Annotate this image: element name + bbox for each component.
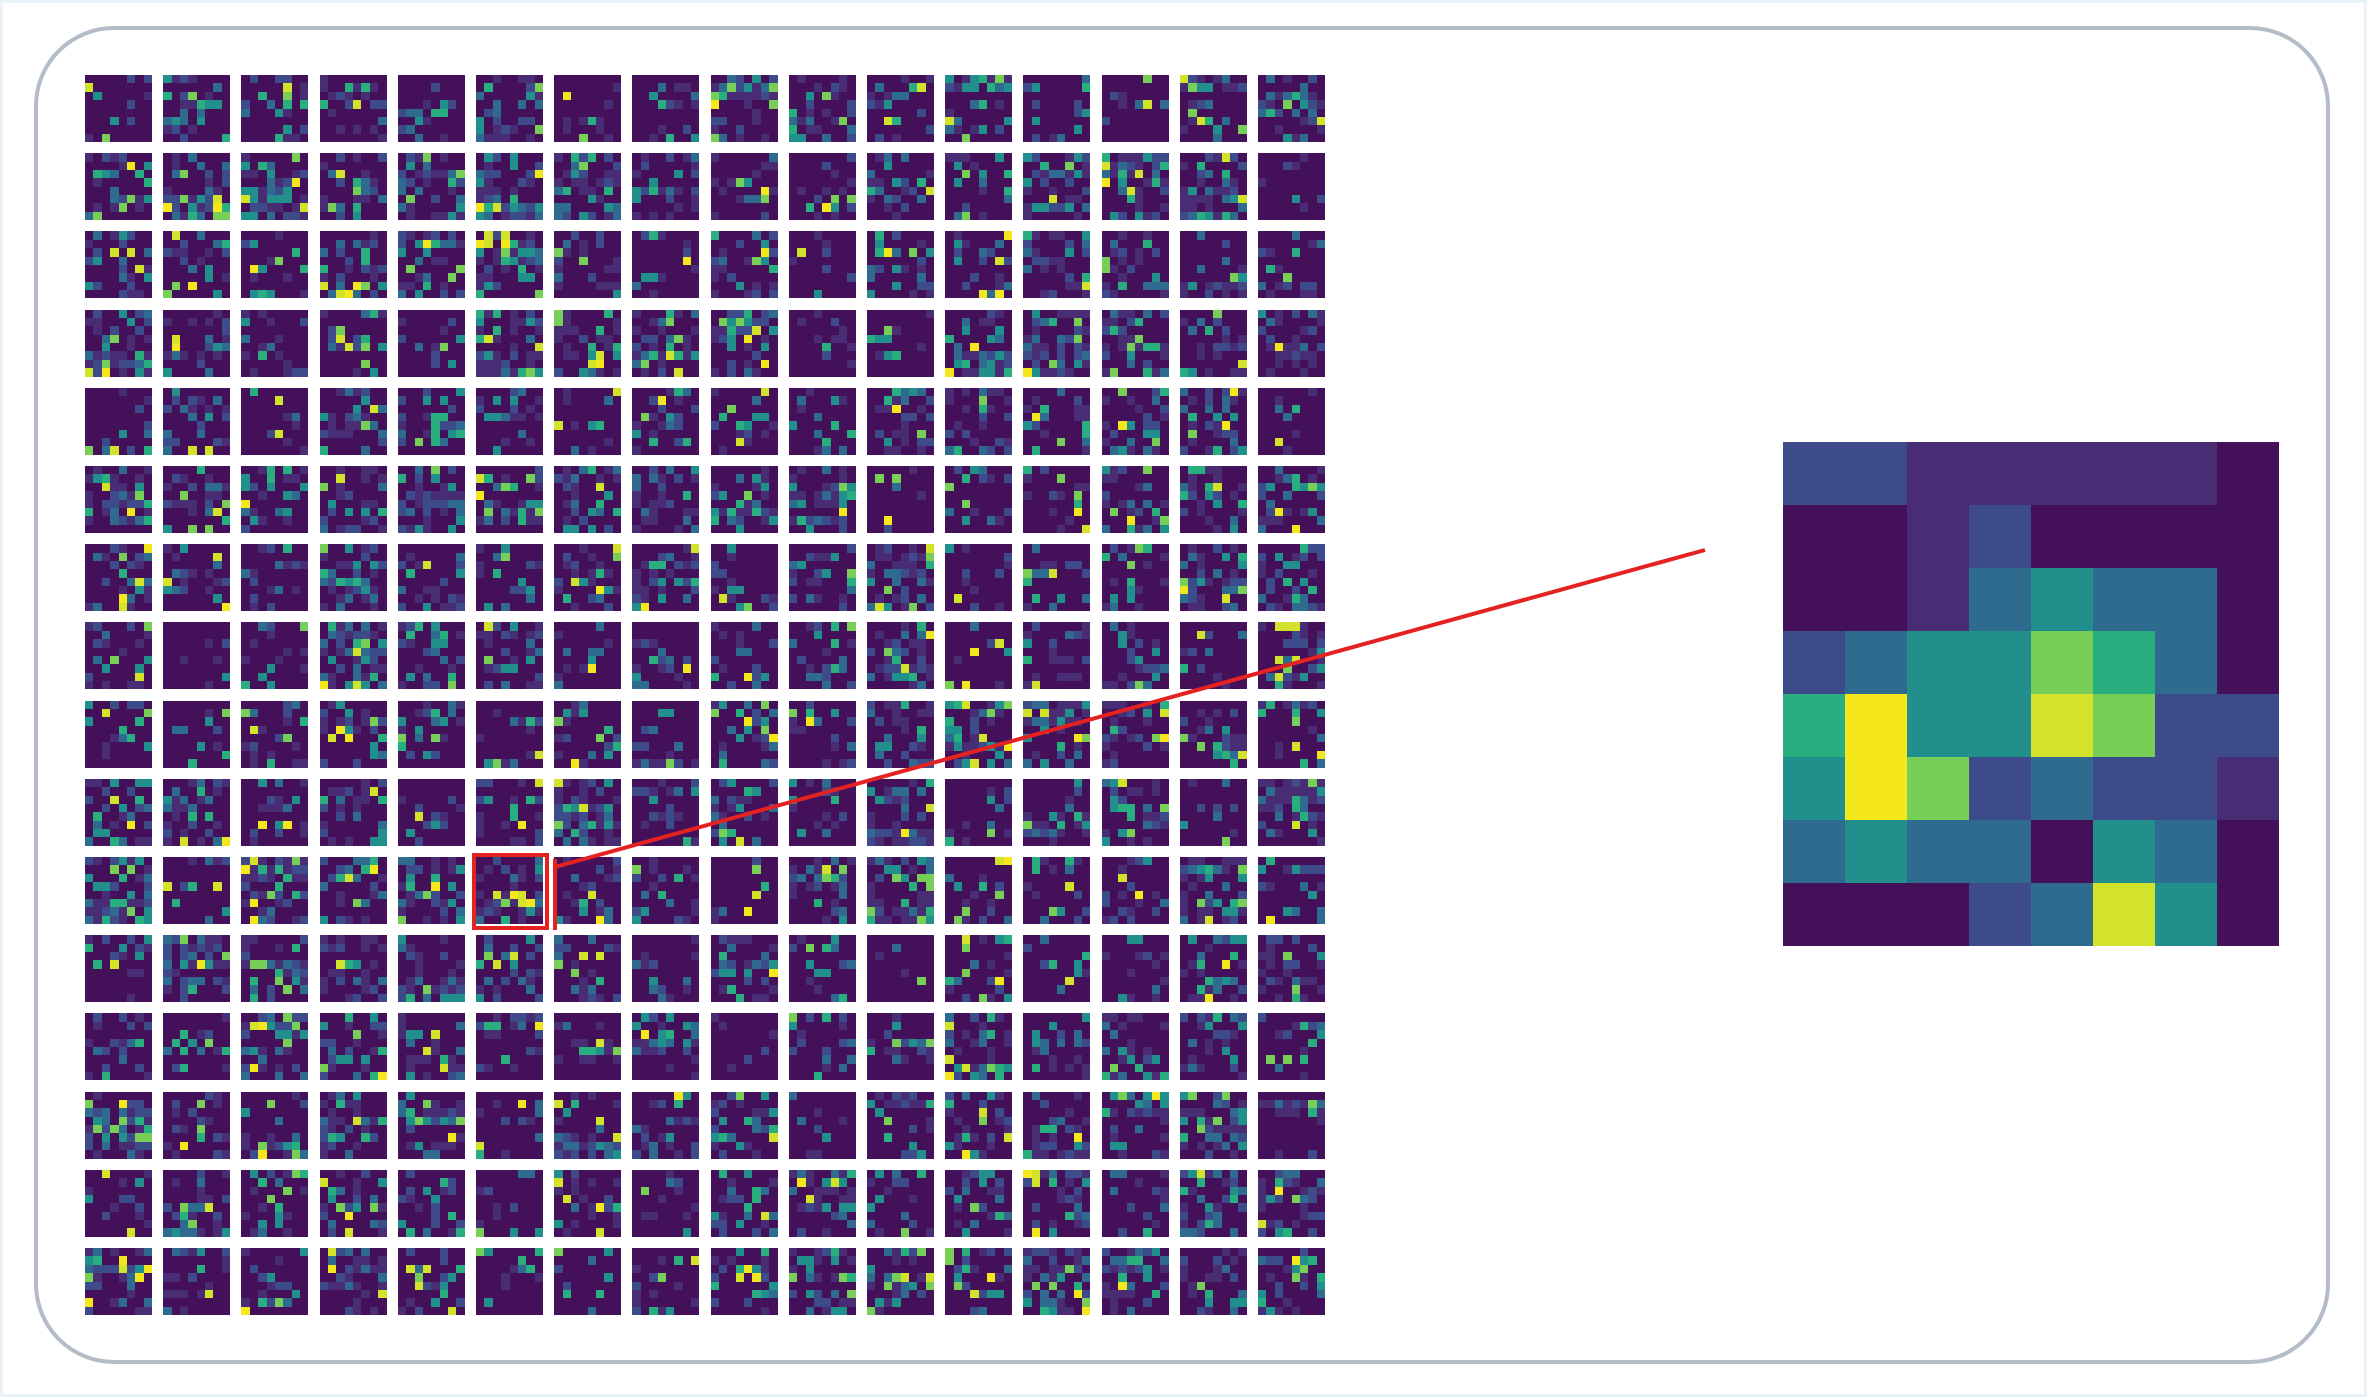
zoom-connector-line bbox=[554, 548, 1706, 869]
highlight-overlay bbox=[472, 548, 1706, 930]
highlight-box bbox=[472, 853, 549, 930]
